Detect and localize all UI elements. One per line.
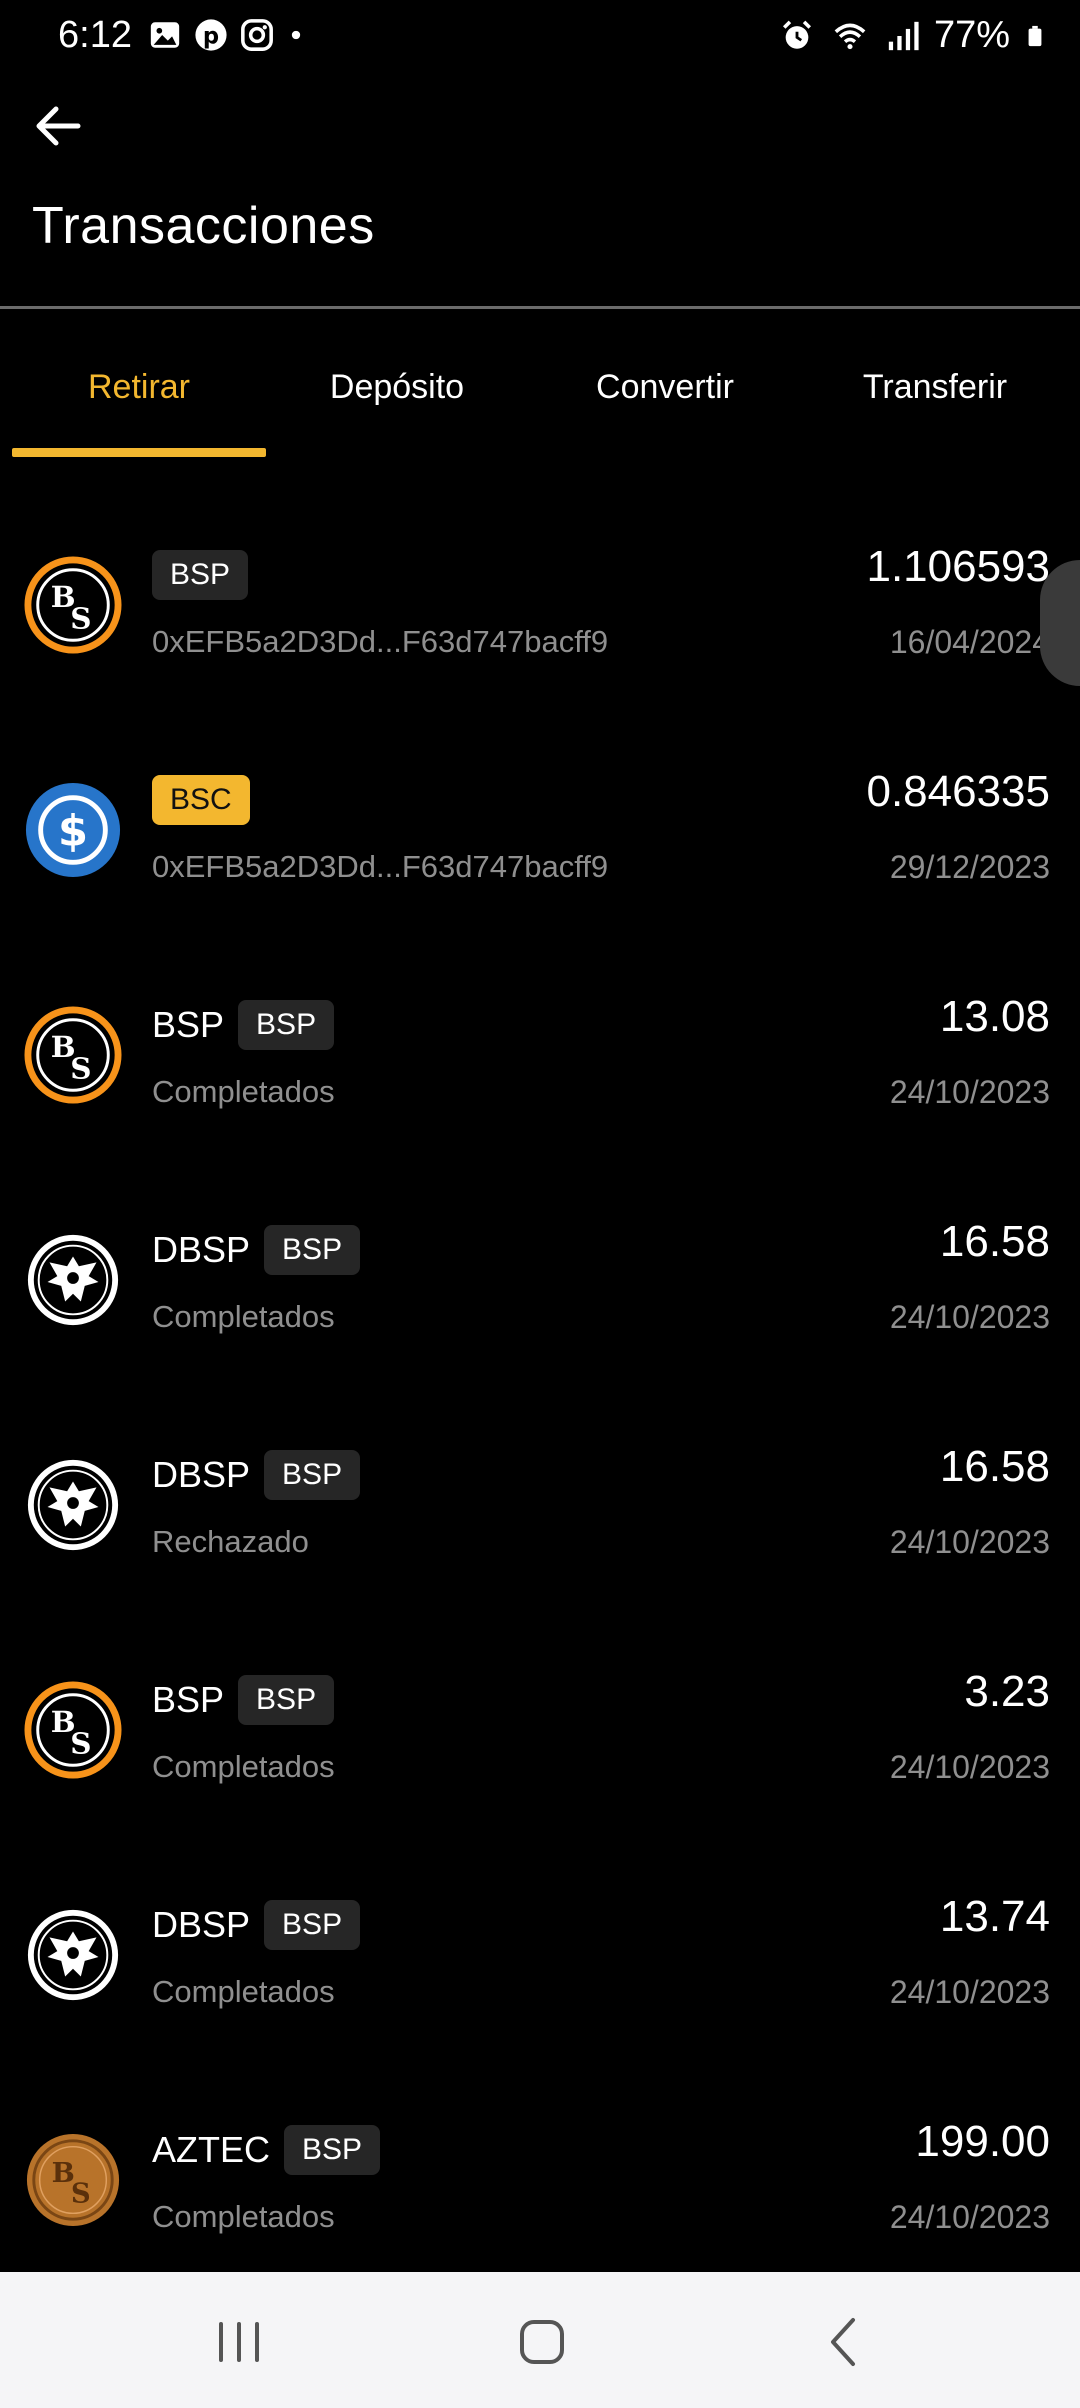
transaction-row[interactable]: B S BSP 0xEFB5a2D3Dd...F63d747bacff9 1.1… [0, 520, 1080, 745]
arrow-left-icon[interactable] [28, 96, 88, 156]
battery-percent: 77% [933, 14, 1010, 56]
transaction-amount: 0.846335 [866, 767, 1050, 816]
transaction-date: 24/10/2023 [889, 1524, 1050, 1560]
tab-deposito[interactable]: Depósito [282, 368, 512, 407]
status-bar: 6:12 p 77% [0, 0, 1080, 72]
transaction-row[interactable]: $ BSC 0xEFB5a2D3Dd...F63d747bacff9 0.846… [0, 745, 1080, 970]
transaction-amount: 1.106593 [866, 542, 1050, 591]
token-name: DBSP [152, 1454, 251, 1495]
tab-transferir[interactable]: Transferir [818, 368, 1052, 407]
tab-bar: Retirar Depósito Convertir Transferir [0, 340, 1080, 460]
transaction-row[interactable]: DBSP BSP Completados 13.74 24/10/2023 [0, 1870, 1080, 2095]
svg-text:S: S [70, 1051, 91, 1086]
token-name: DBSP [152, 1229, 251, 1270]
transaction-date: 24/10/2023 [889, 1074, 1050, 1110]
transaction-amount: 3.23 [964, 1667, 1050, 1716]
transaction-address: 0xEFB5a2D3Dd...F63d747bacff9 [152, 624, 609, 659]
transaction-title: BSP BSP [152, 1675, 335, 1725]
transaction-date: 24/10/2023 [889, 2199, 1050, 2235]
transaction-amount: 13.08 [939, 992, 1050, 1041]
status-right: 77% [780, 14, 1046, 57]
edge-panel-handle[interactable] [1040, 560, 1080, 686]
transaction-amount: 13.74 [939, 1892, 1050, 1941]
svg-text:$: $ [58, 807, 88, 857]
transaction-title: BSC [152, 775, 250, 825]
recent-apps-icon[interactable] [194, 2312, 284, 2372]
aztec-coin-icon: B S [26, 2133, 120, 2227]
transaction-row[interactable]: DBSP BSP Completados 16.58 24/10/2023 [0, 1195, 1080, 1420]
dbsp-eagle-icon [27, 1909, 119, 2001]
token-name: AZTEC [152, 2129, 271, 2170]
network-badge: BSP [238, 1675, 335, 1725]
network-badge: BSP [152, 550, 249, 600]
transaction-address: 0xEFB5a2D3Dd...F63d747bacff9 [152, 849, 609, 884]
transaction-row[interactable]: B S BSP BSP Completados 13.08 24/10/2023 [0, 970, 1080, 1195]
network-badge: BSP [238, 1000, 335, 1050]
instagram-icon [241, 19, 273, 51]
transaction-title: DBSP BSP [152, 1450, 361, 1500]
header-divider [0, 306, 1080, 309]
wifi-icon [834, 23, 866, 49]
active-tab-indicator [12, 448, 266, 457]
transaction-title: BSP BSP [152, 1000, 335, 1050]
page-title: Transacciones [32, 197, 375, 255]
transaction-title: BSP [152, 550, 249, 600]
transaction-status: Completados [152, 1299, 335, 1334]
bsp-coin-icon: B S [24, 1006, 122, 1104]
svg-text:S: S [70, 601, 91, 636]
transaction-title: AZTEC BSP [152, 2125, 381, 2175]
token-name: BSP [152, 1679, 225, 1720]
svg-text:S: S [70, 1726, 91, 1761]
transaction-title: DBSP BSP [152, 1900, 361, 1950]
bsp-coin-icon: B S [24, 1681, 122, 1779]
transaction-date: 16/04/2024 [889, 624, 1050, 660]
home-icon[interactable] [496, 2312, 586, 2372]
tab-convertir[interactable]: Convertir [548, 368, 782, 407]
transaction-date: 24/10/2023 [889, 1749, 1050, 1785]
dbsp-eagle-icon [27, 1459, 119, 1551]
transaction-amount: 16.58 [939, 1442, 1050, 1491]
transaction-amount: 16.58 [939, 1217, 1050, 1266]
gallery-icon [150, 22, 180, 48]
transaction-amount: 199.00 [915, 2117, 1050, 2166]
transaction-date: 24/10/2023 [889, 1974, 1050, 2010]
transaction-status: Completados [152, 1074, 335, 1109]
token-name: BSP [152, 1004, 225, 1045]
dot-icon [291, 30, 301, 40]
status-time: 6:12 [58, 14, 132, 56]
battery-icon [1028, 25, 1042, 46]
alarm-icon [782, 20, 811, 49]
pinterest-icon: p [195, 19, 227, 51]
transaction-status: Completados [152, 1974, 335, 2009]
svg-text:p: p [203, 24, 219, 50]
network-badge: BSC [152, 775, 250, 825]
back-nav-icon[interactable] [798, 2312, 888, 2372]
transaction-status: Completados [152, 2199, 335, 2234]
svg-text:S: S [71, 2178, 91, 2210]
network-badge: BSP [264, 1450, 361, 1500]
tab-retirar[interactable]: Retirar [12, 368, 266, 407]
token-name: DBSP [152, 1904, 251, 1945]
status-left-icons: p [148, 18, 306, 52]
usdc-coin-icon: $ [25, 782, 121, 878]
dbsp-eagle-icon [27, 1234, 119, 1326]
transaction-title: DBSP BSP [152, 1225, 361, 1275]
transaction-date: 29/12/2023 [889, 849, 1050, 885]
transaction-date: 24/10/2023 [889, 1299, 1050, 1335]
network-badge: BSP [284, 2125, 381, 2175]
transaction-status: Completados [152, 1749, 335, 1784]
network-badge: BSP [264, 1900, 361, 1950]
signal-icon [888, 21, 919, 50]
transaction-status: Rechazado [152, 1524, 309, 1559]
transaction-row[interactable]: DBSP BSP Rechazado 16.58 24/10/2023 [0, 1420, 1080, 1645]
system-nav-bar [0, 2272, 1080, 2408]
network-badge: BSP [264, 1225, 361, 1275]
bsp-coin-icon: B S [24, 556, 122, 654]
transaction-row[interactable]: B S BSP BSP Completados 3.23 24/10/2023 [0, 1645, 1080, 1870]
